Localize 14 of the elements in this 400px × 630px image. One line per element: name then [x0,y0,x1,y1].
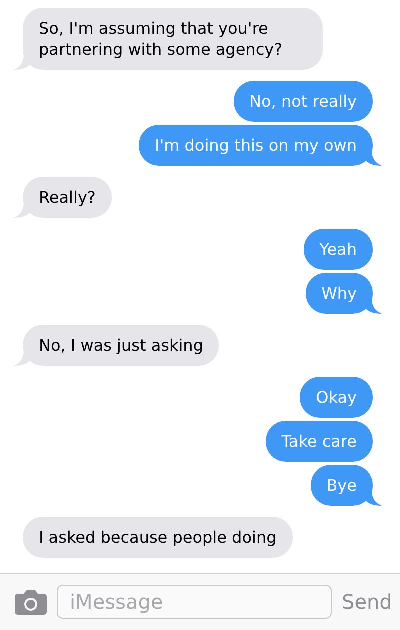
message-bubble: Take care [266,421,373,462]
message-bubble: Okay [300,377,373,418]
message-bubble: Why [306,273,373,314]
message-bubble: So, I'm assuming that you're partnering with some agency? [23,8,323,70]
send-button[interactable]: Send [342,590,392,614]
message-bubble: No, not really [234,81,373,122]
message-bubble: Really? [23,177,112,218]
message-bubble: I asked because people doing [23,517,293,558]
message-bubble: I'm doing this on my own [138,125,373,166]
message-field[interactable]: iMessage [57,585,332,619]
message-bubble: Yeah [304,229,373,270]
camera-icon[interactable] [15,589,47,615]
message-bubble: Bye [310,465,373,506]
message-bubble: No, I was just asking [23,325,220,366]
